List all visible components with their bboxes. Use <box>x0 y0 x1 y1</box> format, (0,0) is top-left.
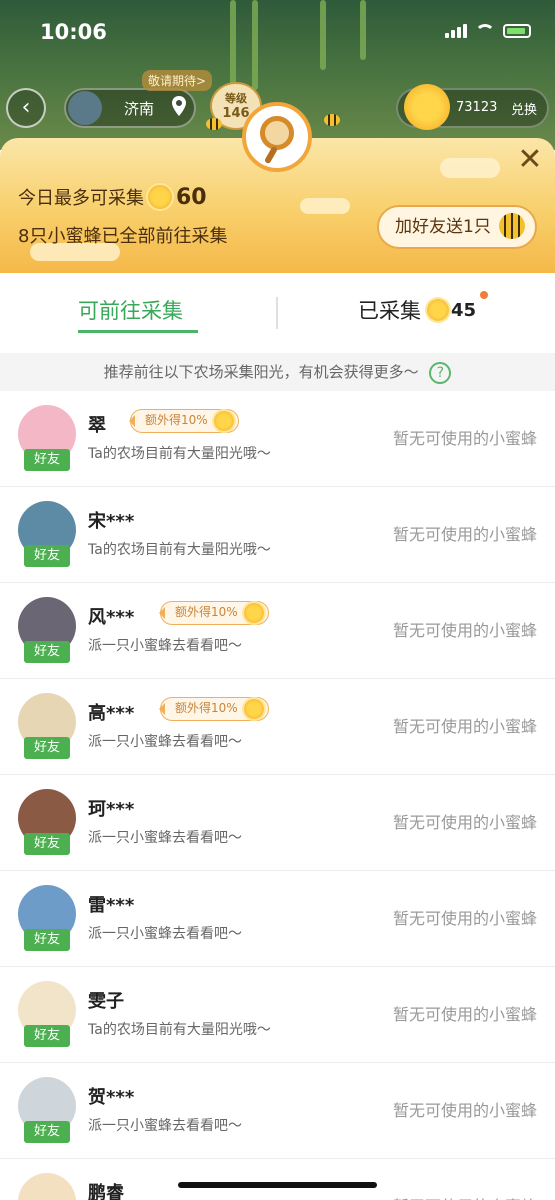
sun-icon <box>243 699 264 719</box>
bee-icon <box>206 118 222 130</box>
net-icon <box>242 102 312 172</box>
friend-desc: 派一只小蜜蜂去看看吧～ <box>88 734 242 750</box>
friend-name: 翠 <box>88 415 106 436</box>
invite-tag[interactable]: 敬请期待> <box>142 70 213 91</box>
bees-status-text: 8只小蜜蜂已全部前往采集 <box>18 226 228 247</box>
home-indicator <box>178 1182 377 1188</box>
add-friend-button[interactable]: 加好友送1只 <box>377 205 537 249</box>
friend-name: 风*** <box>88 607 135 628</box>
friend-tag: 好友 <box>24 449 70 471</box>
today-max-line: 今日最多可采集 60 <box>18 184 207 210</box>
friend-status: 暂无可使用的小蜜蜂 <box>392 429 537 448</box>
location-text: 济南 <box>124 100 155 118</box>
sun-balance: 73123 <box>456 100 498 115</box>
sun-icon <box>404 84 450 130</box>
battery-icon <box>503 24 531 38</box>
tab-divider <box>276 297 278 329</box>
sun-balance-pill[interactable]: 73123 兑换 <box>396 84 549 130</box>
back-button[interactable]: ‹ <box>6 88 46 128</box>
bonus-text: 额外得10% <box>175 701 238 715</box>
bonus-badge: 额外得10% <box>129 409 239 433</box>
friend-desc: 派一只小蜜蜂去看看吧～ <box>88 1118 242 1134</box>
friend-row[interactable]: 好友 雯子 Ta的农场目前有大量阳光哦～ 暂无可使用的小蜜蜂 <box>0 967 555 1063</box>
bonus-badge: 额外得10% <box>159 601 269 625</box>
tab-available[interactable]: 可前往采集 <box>78 295 183 325</box>
friend-tag: 好友 <box>24 641 70 663</box>
friend-tag: 好友 <box>24 737 70 759</box>
swap-button[interactable]: 兑换 <box>511 99 537 118</box>
friend-status: 暂无可使用的小蜜蜂 <box>392 909 537 928</box>
tip-bar: 推荐前往以下农场采集阳光，有机会获得更多～ ? <box>0 353 555 391</box>
friend-row[interactable]: 好友 贺*** 派一只小蜜蜂去看看吧～ 暂无可使用的小蜜蜂 <box>0 1063 555 1159</box>
friend-desc: Ta的农场目前有大量阳光哦～ <box>88 446 271 462</box>
cloud-decoration <box>440 158 500 178</box>
friend-desc: 派一只小蜜蜂去看看吧～ <box>88 926 242 942</box>
sun-icon <box>243 603 264 623</box>
collect-modal-header: ✕ 今日最多可采集 60 8只小蜜蜂已全部前往采集 加好友送1只 <box>0 102 555 273</box>
collected-count: 45 <box>451 299 477 321</box>
friend-desc: Ta的农场目前有大量阳光哦～ <box>88 1022 271 1038</box>
location-pill[interactable]: 济南 <box>64 88 196 128</box>
status-bar: 10:06 <box>0 0 555 66</box>
sun-icon <box>213 411 234 431</box>
sun-icon <box>148 185 172 209</box>
user-avatar <box>68 91 102 125</box>
friend-list: 好友 翠 Ta的农场目前有大量阳光哦～ 暂无可使用的小蜜蜂 额外得10% 好友 … <box>0 391 555 1200</box>
friend-desc: Ta的农场目前有大量阳光哦～ <box>88 542 271 558</box>
today-max-label: 今日最多可采集 <box>18 188 144 209</box>
tabs-bar: 可前往采集 已采集 45 <box>0 273 555 353</box>
friend-avatar[interactable] <box>18 1173 76 1200</box>
friend-row[interactable]: 好友 风*** 派一只小蜜蜂去看看吧～ 暂无可使用的小蜜蜂 额外得10% <box>0 583 555 679</box>
tip-text: 推荐前往以下农场采集阳光，有机会获得更多～ <box>103 363 419 381</box>
add-friend-label: 加好友送1只 <box>395 217 491 237</box>
friend-tag: 好友 <box>24 1025 70 1047</box>
friend-row[interactable]: 好友 雷*** 派一只小蜜蜂去看看吧～ 暂无可使用的小蜜蜂 <box>0 871 555 967</box>
friend-status: 暂无可使用的小蜜蜂 <box>392 525 537 544</box>
friend-tag: 好友 <box>24 929 70 951</box>
friend-status: 暂无可使用的小蜜蜂 <box>392 717 537 736</box>
friend-row[interactable]: 好友 高*** 派一只小蜜蜂去看看吧～ 暂无可使用的小蜜蜂 额外得10% <box>0 679 555 775</box>
signal-icon <box>445 24 467 38</box>
friend-status: 暂无可使用的小蜜蜂 <box>392 1101 537 1120</box>
wifi-icon <box>475 24 495 38</box>
friend-desc: 派一只小蜜蜂去看看吧～ <box>88 830 242 846</box>
help-icon[interactable]: ? <box>429 361 452 384</box>
friend-tag: 好友 <box>24 833 70 855</box>
friend-row[interactable]: 好友 珂*** 派一只小蜜蜂去看看吧～ 暂无可使用的小蜜蜂 <box>0 775 555 871</box>
status-icons <box>445 24 531 38</box>
status-time: 10:06 <box>40 20 107 44</box>
tab-collected[interactable]: 已采集 45 <box>358 295 476 325</box>
tab-collected-label: 已采集 <box>358 299 421 323</box>
friend-name: 雯子 <box>88 991 124 1012</box>
active-tab-underline <box>78 330 198 333</box>
friend-row[interactable]: 好友 宋*** Ta的农场目前有大量阳光哦～ 暂无可使用的小蜜蜂 <box>0 487 555 583</box>
friend-tag: 好友 <box>24 545 70 567</box>
friend-row[interactable]: 好友 鹏睿 暂无可使用的小蜜蜂 <box>0 1159 555 1200</box>
friend-name: 鹏睿 <box>88 1183 124 1200</box>
level-label: 等级 <box>225 92 247 105</box>
today-max-value: 60 <box>176 184 207 210</box>
friend-status: 暂无可使用的小蜜蜂 <box>392 813 537 832</box>
friend-name: 雷*** <box>88 895 135 916</box>
friend-status: 暂无可使用的小蜜蜂 <box>392 621 537 640</box>
friend-name: 高*** <box>88 703 135 724</box>
bonus-text: 额外得10% <box>145 413 208 427</box>
friend-status: 暂无可使用的小蜜蜂 <box>392 1005 537 1024</box>
location-pin-icon <box>172 96 186 116</box>
bee-icon <box>324 114 340 126</box>
friend-name: 贺*** <box>88 1087 135 1108</box>
friend-name: 珂*** <box>88 799 135 820</box>
bonus-badge: 额外得10% <box>159 697 269 721</box>
bonus-text: 额外得10% <box>175 605 238 619</box>
bee-icon <box>499 213 525 239</box>
notification-dot <box>480 291 488 299</box>
friend-desc: 派一只小蜜蜂去看看吧～ <box>88 638 242 654</box>
sun-icon <box>427 299 449 321</box>
friend-status: 暂无可使用的小蜜蜂 <box>393 1193 537 1200</box>
close-icon[interactable]: ✕ <box>515 145 545 176</box>
cloud-decoration <box>300 198 350 214</box>
friend-name: 宋*** <box>88 511 135 532</box>
friend-tag: 好友 <box>24 1121 70 1143</box>
friend-row[interactable]: 好友 翠 Ta的农场目前有大量阳光哦～ 暂无可使用的小蜜蜂 额外得10% <box>0 391 555 487</box>
